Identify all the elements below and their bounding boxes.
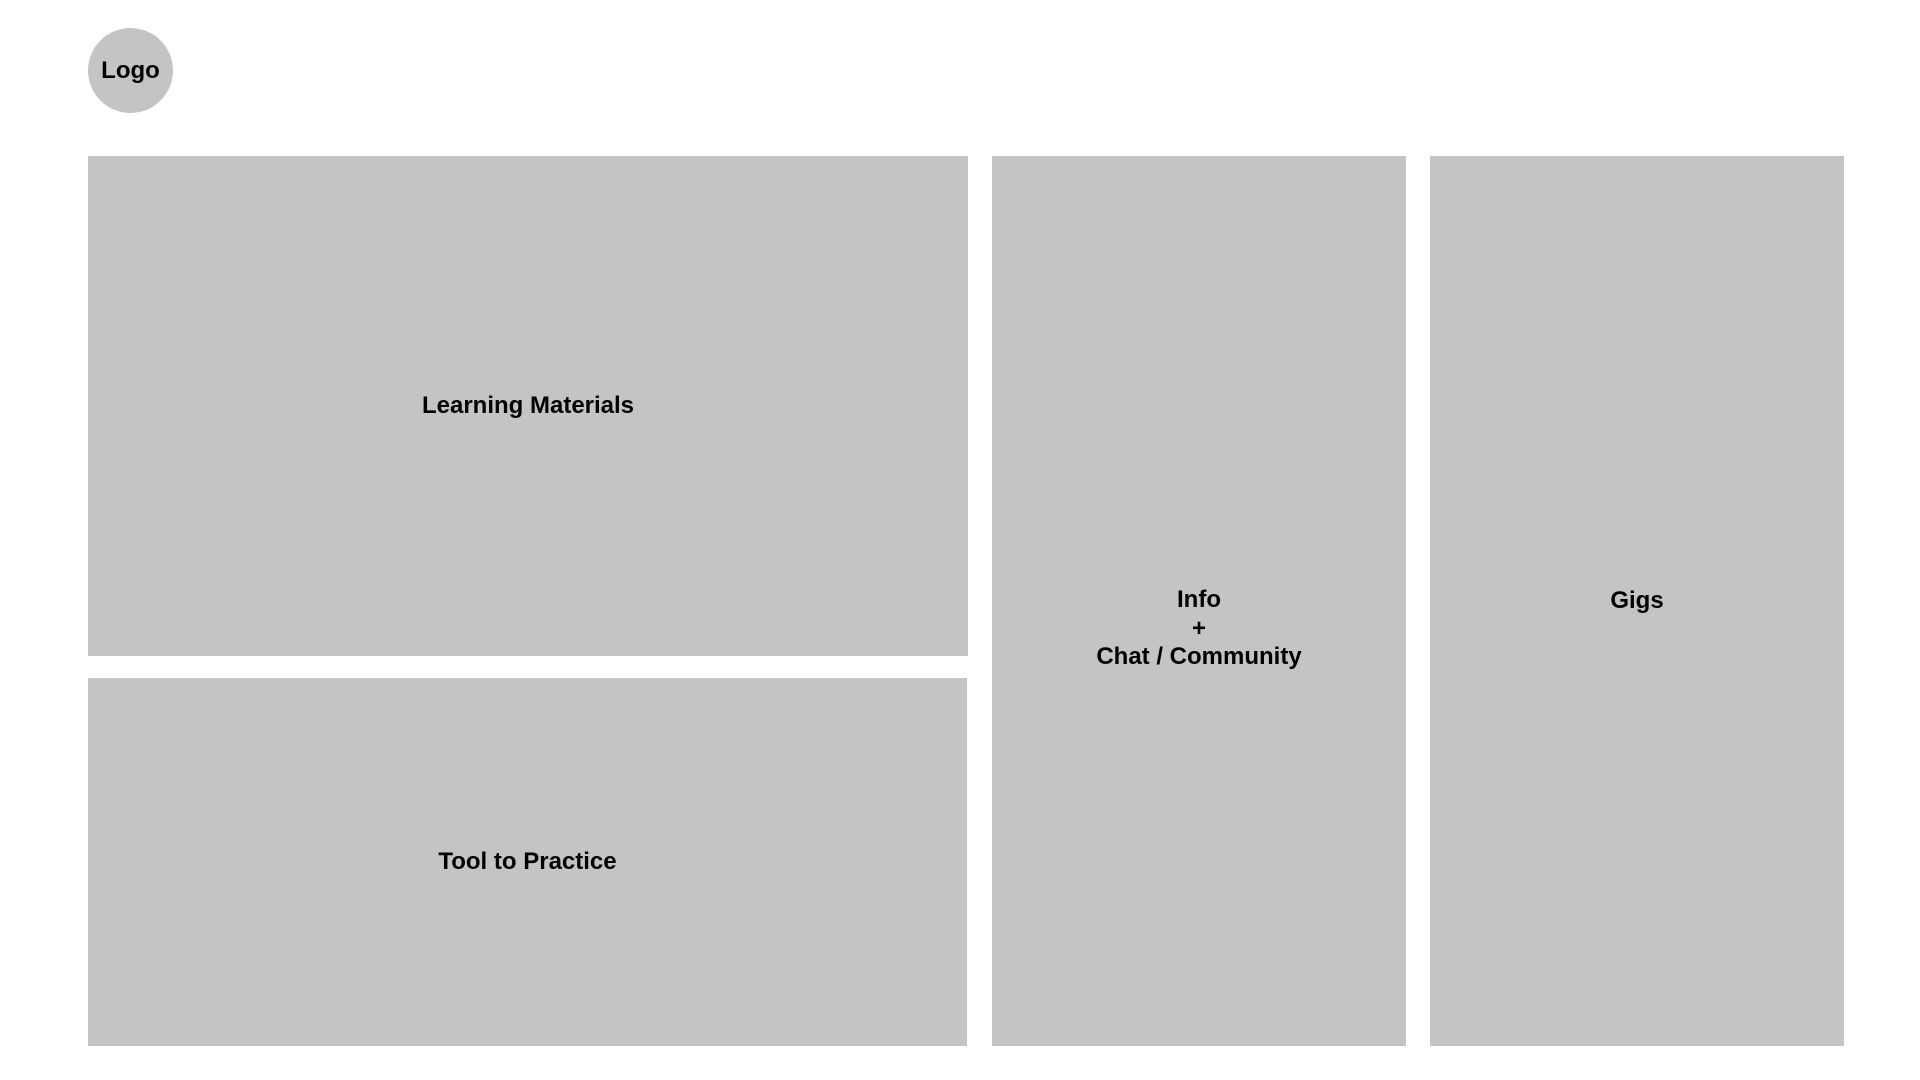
gigs-label: Gigs [1610, 586, 1664, 614]
info-chat-community-text: Info + Chat / Community [1096, 586, 1301, 672]
tool-to-practice-panel[interactable]: Tool to Practice [88, 678, 967, 1046]
plus-label: + [1191, 614, 1206, 642]
tool-to-practice-label: Tool to Practice [438, 847, 617, 875]
learning-materials-label: Learning Materials [421, 391, 635, 419]
chat-community-label: Chat / Community [1096, 643, 1302, 671]
info-label: Info [1177, 585, 1221, 613]
logo[interactable]: Logo [88, 28, 173, 113]
info-chat-community-panel[interactable]: Info + Chat / Community [992, 156, 1406, 1046]
logo-label: Logo [101, 56, 160, 84]
dashboard-wireframe: Logo Learning Materials Tool to Practice… [0, 0, 1920, 1080]
gigs-panel[interactable]: Gigs [1430, 156, 1844, 1046]
learning-materials-panel[interactable]: Learning Materials [88, 156, 968, 656]
